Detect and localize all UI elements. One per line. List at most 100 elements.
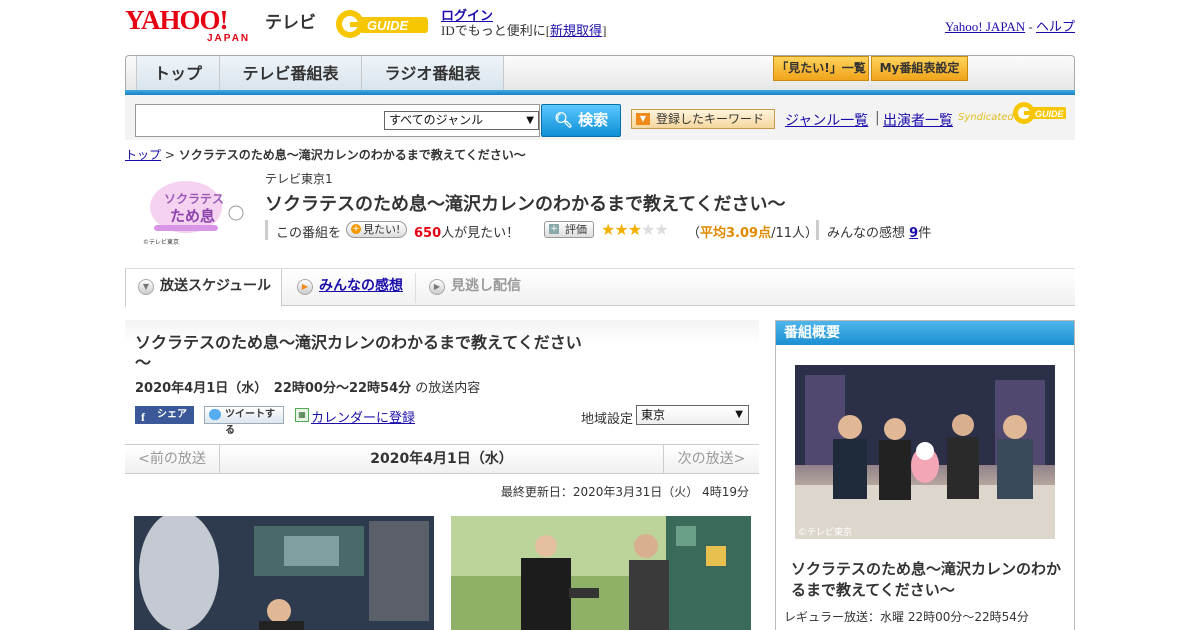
login-sub-prefix: IDでもっと便利に[ [441,23,551,38]
episode-title: ソクラテスのため息～滝沢カレンのわかるまで教えてください～ [135,333,582,372]
signup-link[interactable]: 新規取得 [550,23,602,38]
dropdown-arrow-icon: ▼ [526,115,534,126]
syndicated-label: Syndicated [958,112,1014,123]
play-arrow-icon: ▶ [297,279,313,295]
divider [265,220,268,240]
mitai-suffix: 人が見たい！ [441,226,520,241]
mitai-button[interactable]: + 見たい! [346,221,408,238]
program-tabs: ▼ 放送スケジュール ▶ みんなの感想 ▶ 見逃し配信 [125,268,1075,307]
yahoo-japan-logo[interactable]: YAHOO! JAPAN [125,5,261,44]
plus-icon: + [549,224,559,234]
nav-tab-top[interactable]: トップ [136,56,220,91]
rating-stars: ★★★★★ [601,220,669,239]
breadcrumb-current: ソクラテスのため息～滝沢カレンのわかるまで教えてください～ [178,148,526,162]
previous-broadcast-link: <前の放送 [125,445,220,473]
tab-broadcast-schedule[interactable]: ▼ 放送スケジュール [125,269,282,307]
link-separator: | [875,110,880,126]
air-date-suffix: の放送内容 [415,381,481,396]
divider [816,220,819,240]
tab-schedule-label: 放送スケジュール [160,278,272,294]
star-icon: ★ [614,220,628,239]
svg-text:GUIDE: GUIDE [367,18,409,33]
breadcrumb-top[interactable]: トップ [125,148,161,162]
channel-name: テレビ東京1 [265,172,333,186]
genre-list-link[interactable]: ジャンル一覧 [785,110,868,130]
broadcast-day-nav: <前の放送 2020年4月1日（水） 次の放送> [125,444,759,474]
header-right-links: Yahoo! JAPAN - ヘルプ [945,16,1075,35]
svg-text:ソクラテス: ソクラテス [164,192,224,206]
region-selected-value: 東京 [641,408,666,422]
add-to-calendar-link[interactable]: カレンダーに登録 [311,407,415,426]
facebook-share-button[interactable]: f シェア [135,406,194,424]
tab-catchup-streaming: ▶ 見逃し配信 [417,269,547,306]
breadcrumb-arrow: > [164,148,175,162]
kansou-summary: みんなの感想 9件 [827,222,931,241]
facebook-icon: f [141,410,145,424]
star-icon: ★ [641,220,655,239]
dropdown-arrow-icon: ▼ [636,113,650,125]
region-select[interactable]: 東京 ▼ [636,405,749,425]
episode-photo-outdoor [451,516,751,630]
genre-select[interactable]: すべてのジャンル ▼ [384,111,539,130]
rating-average: 平均3.09点 [700,226,772,241]
gguide-logo: GUIDE [334,8,434,40]
yahoo-logo-text: YAHOO! [125,5,229,35]
cast-photo: ©テレビ東京 [795,365,1055,539]
program-logo-thumbnail: ソクラテス ため息 ©テレビ東京 [140,175,248,247]
program-stats: この番組を + 見たい! 650人が見たい！ + 評価 ★★★★★ （平均3.09点… [265,220,1065,241]
episode-photo-studio [134,516,434,630]
login-sub-suffix: ] [602,23,607,38]
twitter-bird-icon [209,409,221,420]
kansou-suffix: 件 [918,226,932,241]
tab-viewer-comments[interactable]: ▶ みんなの感想 [285,269,413,306]
photo-credit: ©テレビ東京 [798,528,853,538]
play-arrow-icon: ▶ [429,279,445,295]
dropdown-arrow-icon: ▼ [735,409,743,420]
region-label: 地域設定 [581,412,634,427]
svg-text:ため息: ため息 [170,207,215,225]
nav-tab-radio-schedule[interactable]: ラジオ番組表 [362,56,504,91]
keyword-button-label: 登録したキーワード [656,112,765,126]
mitai-list-button[interactable]: 「見たい!」一覧 [773,56,869,81]
tab-minogashi-label: 見逃し配信 [451,278,521,294]
last-updated: 最終更新日：2020年3月31日（火） 4時19分 [500,485,749,499]
search-icon: 🔍︎ [553,111,573,129]
thumb-credit: ©テレビ東京 [143,239,180,246]
tab-divider [415,273,416,303]
calendar-icon: ▦ [295,408,309,422]
breadcrumb: トップ > ソクラテスのため息～滝沢カレンのわかるまで教えてください～ [125,146,526,163]
next-broadcast-link: 次の放送> [663,445,759,473]
svg-text:GUIDE: GUIDE [1035,109,1065,119]
air-datetime: 2020年4月1日（水） 22時00分～22時54分 [135,381,412,396]
star-icon: ★ [654,220,668,239]
chevron-down-icon: ▼ [138,279,154,295]
kansou-count-link[interactable]: 9 [909,226,918,241]
my-bangumi-settings-button[interactable]: My番組表設定 [871,56,968,81]
rating-button[interactable]: + 評価 [544,221,594,238]
program-title: ソクラテスのため息～滝沢カレンのわかるまで教えてください～ [265,194,786,215]
login-subtext: IDでもっと便利に[新規取得] [441,20,606,39]
yahoo-japan-link[interactable]: Yahoo! JAPAN [945,19,1025,34]
global-nav: トップ テレビ番組表 ラジオ番組表 「見たい!」一覧 My番組表設定 [125,55,1075,94]
star-icon: ★ [627,220,642,239]
rating-count: /11人） [771,226,819,241]
rating-summary: （平均3.09点/11人） [687,222,818,241]
syndicated-gguide-logo: GUIDE [1012,101,1068,125]
star-icon: ★ [601,220,615,239]
tv-service-label[interactable]: テレビ [265,8,316,33]
kansou-prefix: みんなの感想 [827,226,906,241]
share-fb-label: シェア [157,409,187,420]
registered-keyword-button[interactable]: ▼ 登録したキーワード [631,109,775,129]
plus-icon: + [351,224,361,234]
air-date: 2020年4月1日（水） 22時00分～22時54分 の放送内容 [135,377,480,396]
rating-open: （ [687,226,701,241]
tweet-button[interactable]: ツイートする [204,406,284,436]
regular-broadcast-time: レギュラー放送：水曜 22時00分～22時54分 [784,610,1029,624]
nav-tab-tv-schedule[interactable]: テレビ番組表 [220,56,362,91]
help-link[interactable]: ヘルプ [1036,19,1075,34]
header-sep: - [1028,19,1033,34]
mitai-count: 650 [414,226,442,241]
mitai-prefix: この番組を [276,226,342,241]
cast-list-link[interactable]: 出演者一覧 [883,110,953,130]
search-button[interactable]: 🔍︎ 検索 [541,104,621,137]
